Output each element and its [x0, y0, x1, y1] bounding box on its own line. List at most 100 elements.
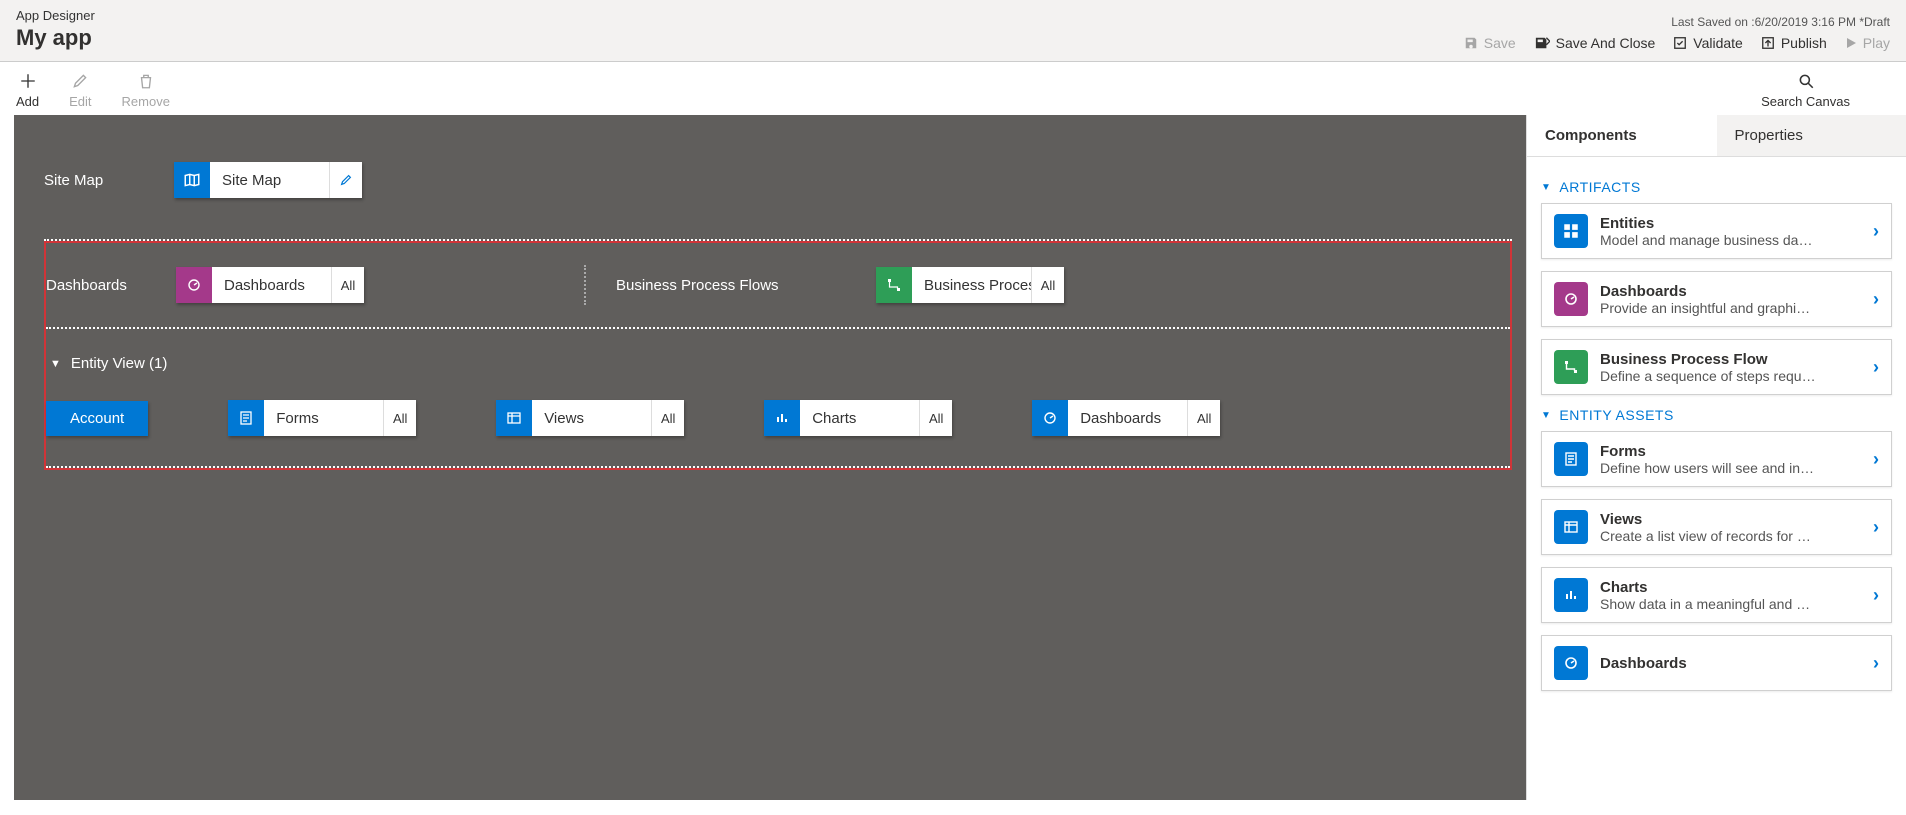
save-label: Save	[1484, 35, 1516, 51]
entity-dashboards-all-button[interactable]: All	[1188, 400, 1220, 436]
artifacts-section-header[interactable]: ▼ ARTIFACTS	[1541, 179, 1892, 195]
entity-view-label: Entity View (1)	[71, 355, 167, 372]
entity-dashboards-tile-label: Dashboards	[1068, 400, 1188, 436]
panel-body: ▼ ARTIFACTS Entities Model and manage bu…	[1527, 157, 1906, 715]
views-all-button[interactable]: All	[652, 400, 684, 436]
panel-tabs: Components Properties	[1527, 115, 1906, 157]
card-forms-title: Forms	[1600, 443, 1861, 460]
search-canvas-button[interactable]: Search Canvas	[1761, 72, 1850, 109]
card-charts[interactable]: Charts Show data in a meaningful and … ›	[1541, 567, 1892, 623]
card-entities-title: Entities	[1600, 215, 1861, 232]
validate-button[interactable]: Validate	[1673, 35, 1743, 51]
charts-tile-label: Charts	[800, 400, 920, 436]
card-charts-desc: Show data in a meaningful and …	[1600, 596, 1861, 612]
bpf-label: Business Process Flows	[616, 277, 816, 294]
search-icon	[1797, 72, 1815, 90]
bpf-tile[interactable]: Business Proces… All	[876, 267, 1064, 303]
caret-down-icon: ▼	[1541, 410, 1551, 421]
tab-properties[interactable]: Properties	[1717, 115, 1906, 156]
sitemap-tile[interactable]: Site Map	[174, 162, 362, 198]
forms-tile[interactable]: Forms All	[228, 400, 416, 436]
views-icon	[496, 400, 532, 436]
dashboards-label: Dashboards	[46, 277, 176, 294]
play-button[interactable]: Play	[1845, 35, 1890, 51]
dashboards-all-button[interactable]: All	[332, 267, 364, 303]
entity-dashboards-tile[interactable]: Dashboards All	[1032, 400, 1220, 436]
card-views-title: Views	[1600, 511, 1861, 528]
edit-label: Edit	[69, 94, 91, 109]
card-views-desc: Create a list view of records for …	[1600, 528, 1861, 544]
chevron-right-icon: ›	[1873, 517, 1879, 538]
card-entities[interactable]: Entities Model and manage business da… ›	[1541, 203, 1892, 259]
chevron-right-icon: ›	[1873, 357, 1879, 378]
card-bpf-desc: Define a sequence of steps requ…	[1600, 368, 1861, 384]
entity-account-button[interactable]: Account	[46, 401, 148, 436]
artifacts-header-label: ARTIFACTS	[1559, 179, 1640, 195]
chevron-right-icon: ›	[1873, 449, 1879, 470]
card-dashboards-asset[interactable]: Dashboards ›	[1541, 635, 1892, 691]
card-charts-title: Charts	[1600, 579, 1861, 596]
save-close-label: Save And Close	[1556, 35, 1656, 51]
card-views[interactable]: Views Create a list view of records for …	[1541, 499, 1892, 555]
charts-tile[interactable]: Charts All	[764, 400, 952, 436]
views-tile[interactable]: Views All	[496, 400, 684, 436]
entity-assets-section-header[interactable]: ▼ ENTITY ASSETS	[1541, 407, 1892, 423]
canvas[interactable]: Site Map Site Map Dashboards	[14, 115, 1526, 800]
card-forms[interactable]: Forms Define how users will see and in… …	[1541, 431, 1892, 487]
play-label: Play	[1863, 35, 1890, 51]
tab-components[interactable]: Components	[1527, 115, 1717, 156]
card-bpf[interactable]: Business Process Flow Define a sequence …	[1541, 339, 1892, 395]
divider	[46, 466, 1510, 468]
dashboard-icon	[1554, 646, 1588, 680]
card-dashboards-asset-title: Dashboards	[1600, 655, 1861, 672]
card-entities-desc: Model and manage business da…	[1600, 232, 1861, 248]
save-and-close-button[interactable]: Save And Close	[1534, 35, 1656, 51]
bpf-tile-label: Business Proces…	[912, 267, 1032, 303]
sitemap-edit-button[interactable]	[330, 162, 362, 198]
app-title: My app	[16, 25, 95, 51]
charts-icon	[1554, 578, 1588, 612]
save-icon	[1464, 36, 1478, 50]
bpf-all-button[interactable]: All	[1032, 267, 1064, 303]
dashboard-icon	[1554, 282, 1588, 316]
map-icon	[174, 162, 210, 198]
remove-button[interactable]: Remove	[122, 72, 170, 109]
dashboards-tile[interactable]: Dashboards All	[176, 267, 364, 303]
add-label: Add	[16, 94, 39, 109]
entities-icon	[1554, 214, 1588, 248]
dashboard-icon	[176, 267, 212, 303]
charts-all-button[interactable]: All	[920, 400, 952, 436]
publish-label: Publish	[1781, 35, 1827, 51]
publish-icon	[1761, 36, 1775, 50]
views-icon	[1554, 510, 1588, 544]
app-header: App Designer My app Last Saved on :6/20/…	[0, 0, 1906, 62]
designer-label: App Designer	[16, 8, 95, 23]
chevron-right-icon: ›	[1873, 653, 1879, 674]
card-forms-desc: Define how users will see and in…	[1600, 460, 1861, 476]
chevron-right-icon: ›	[1873, 221, 1879, 242]
save-button[interactable]: Save	[1464, 35, 1516, 51]
card-dashboards[interactable]: Dashboards Provide an insightful and gra…	[1541, 271, 1892, 327]
edit-button[interactable]: Edit	[69, 72, 91, 109]
plus-icon	[19, 72, 37, 90]
entity-row: Account Forms All Views All	[46, 390, 1510, 466]
forms-all-button[interactable]: All	[384, 400, 416, 436]
search-label: Search Canvas	[1761, 94, 1850, 109]
header-right: Last Saved on :6/20/2019 3:16 PM *Draft …	[1464, 15, 1890, 51]
add-button[interactable]: Add	[16, 72, 39, 109]
validate-icon	[1673, 36, 1687, 50]
sitemap-row: Site Map Site Map	[44, 145, 1512, 215]
pencil-icon	[71, 72, 89, 90]
canvas-scroll[interactable]: ▴ Site Map Site Map	[0, 115, 1526, 800]
chevron-right-icon: ›	[1873, 289, 1879, 310]
last-saved-text: Last Saved on :6/20/2019 3:16 PM *Draft	[1464, 15, 1890, 29]
header-actions: Save Save And Close Validate Publish	[1464, 35, 1890, 51]
views-tile-label: Views	[532, 400, 652, 436]
header-left: App Designer My app	[16, 8, 95, 51]
save-close-icon	[1534, 36, 1550, 50]
publish-button[interactable]: Publish	[1761, 35, 1827, 51]
vertical-divider	[584, 265, 586, 305]
caret-down-icon: ▼	[1541, 182, 1551, 193]
card-bpf-title: Business Process Flow	[1600, 351, 1861, 368]
entity-view-header[interactable]: ▼ Entity View (1)	[46, 329, 1510, 390]
